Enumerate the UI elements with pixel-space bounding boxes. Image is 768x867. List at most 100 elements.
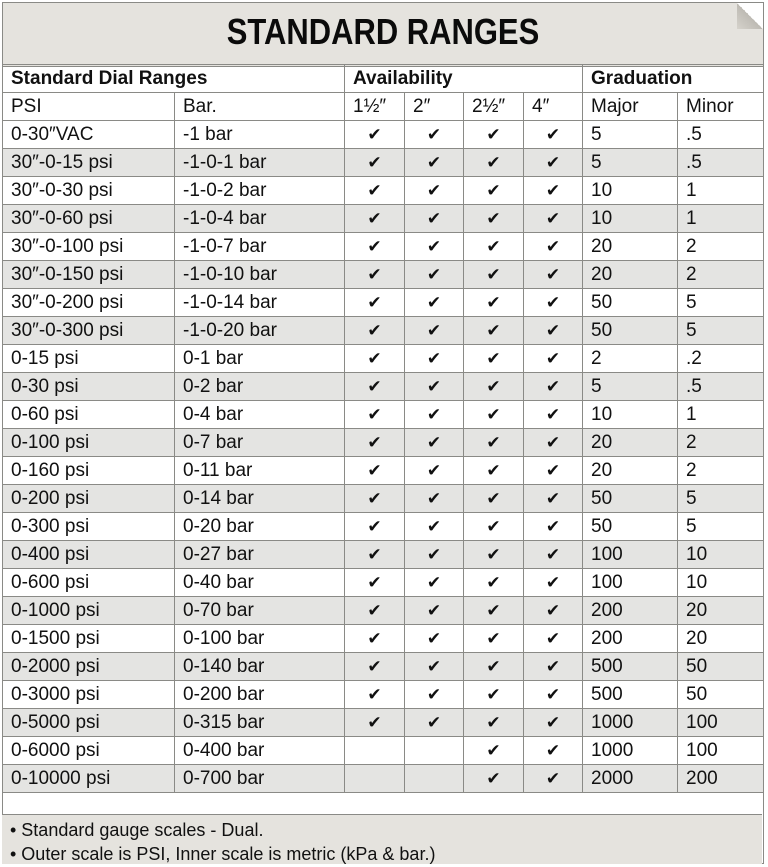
psi-cell: 30″-0-60 psi [2, 204, 175, 233]
psi-cell: 0-200 psi [2, 484, 175, 513]
minor-cell: 20 [677, 624, 765, 653]
check-icon: ✔ [426, 516, 442, 536]
minor-cell: 100 [677, 736, 765, 765]
availability-cell: ✔ [404, 400, 465, 429]
availability-cell: ✔ [463, 568, 525, 597]
psi-cell: 0-30″VAC [2, 120, 175, 149]
availability-cell: ✔ [463, 540, 525, 569]
major-cell: 50 [582, 484, 679, 513]
check-icon: ✔ [426, 376, 442, 396]
availability-cell: ✔ [344, 428, 406, 457]
check-icon: ✔ [486, 768, 501, 788]
availability-cell: ✔ [404, 344, 465, 373]
availability-cell: ✔ [523, 596, 584, 625]
availability-cell: ✔ [404, 204, 465, 233]
check-icon: ✔ [486, 180, 501, 200]
check-icon: ✔ [367, 684, 382, 704]
note-outer-inner-scale: • Outer scale is PSI, Inner scale is met… [10, 844, 436, 864]
psi-cell: 0-1000 psi [2, 596, 175, 625]
availability-cell [344, 736, 406, 765]
check-icon: ✔ [426, 152, 442, 172]
bar-cell: 0-7 bar [173, 428, 346, 457]
availability-cell: ✔ [523, 540, 584, 569]
col-psi: PSI [2, 92, 175, 121]
availability-cell: ✔ [523, 400, 584, 429]
check-icon: ✔ [486, 740, 501, 760]
availability-cell: ✔ [344, 512, 406, 541]
table-row: 0-10000 psi 0-700 bar ✔ ✔ 2000 200 [2, 764, 765, 793]
check-icon: ✔ [367, 348, 382, 368]
major-cell: 20 [582, 456, 679, 485]
availability-cell: ✔ [463, 708, 525, 737]
availability-cell: ✔ [523, 484, 584, 513]
psi-cell: 0-160 psi [2, 456, 175, 485]
check-icon: ✔ [545, 740, 561, 760]
table-row: 0-600 psi 0-40 bar ✔ ✔ ✔ ✔ 100 10 [2, 568, 765, 597]
major-cell: 100 [582, 568, 679, 597]
availability-cell: ✔ [523, 372, 584, 401]
minor-cell: 1 [677, 400, 765, 429]
availability-cell: ✔ [463, 736, 525, 765]
table-row: 0-100 psi 0-7 bar ✔ ✔ ✔ ✔ 20 2 [2, 428, 765, 457]
group-header-row: Standard Dial Ranges Availability Gradua… [1, 64, 765, 93]
bar-cell: -1-0-14 bar [173, 288, 346, 317]
check-icon: ✔ [426, 124, 442, 144]
check-icon: ✔ [426, 600, 442, 620]
check-icon: ✔ [426, 572, 442, 592]
bar-cell: -1 bar [173, 120, 346, 149]
availability-cell: ✔ [404, 148, 465, 177]
availability-cell: ✔ [344, 568, 406, 597]
availability-cell: ✔ [404, 540, 465, 569]
bar-cell: 0-27 bar [173, 540, 346, 569]
availability-cell: ✔ [463, 372, 525, 401]
check-icon: ✔ [426, 264, 442, 284]
check-icon: ✔ [426, 180, 442, 200]
minor-cell: 2 [677, 428, 765, 457]
check-icon: ✔ [545, 712, 561, 732]
availability-cell: ✔ [463, 512, 525, 541]
check-icon: ✔ [486, 348, 501, 368]
minor-cell: 200 [677, 764, 765, 793]
availability-cell [404, 736, 465, 765]
major-cell: 10 [582, 400, 679, 429]
major-cell: 50 [582, 288, 679, 317]
check-icon: ✔ [545, 124, 561, 144]
major-cell: 10 [582, 204, 679, 233]
minor-cell: 100 [677, 708, 765, 737]
availability-cell: ✔ [523, 680, 584, 709]
psi-cell: 30″-0-100 psi [2, 232, 175, 261]
availability-cell: ✔ [344, 260, 406, 289]
availability-cell: ✔ [523, 568, 584, 597]
check-icon: ✔ [486, 488, 501, 508]
bar-cell: 0-70 bar [173, 596, 346, 625]
psi-cell: 0-600 psi [2, 568, 175, 597]
availability-cell: ✔ [463, 120, 525, 149]
availability-cell: ✔ [463, 148, 525, 177]
table-row: 0-200 psi 0-14 bar ✔ ✔ ✔ ✔ 50 5 [2, 484, 765, 513]
availability-cell [404, 764, 465, 793]
notes-footer: • Standard gauge scales - Dual. • Outer … [2, 814, 762, 864]
check-icon: ✔ [545, 628, 561, 648]
psi-cell: 0-300 psi [2, 512, 175, 541]
major-cell: 50 [582, 316, 679, 345]
page-title: STANDARD RANGES [226, 11, 540, 52]
availability-cell: ✔ [463, 260, 525, 289]
availability-cell: ✔ [404, 484, 465, 513]
check-icon: ✔ [545, 404, 561, 424]
check-icon: ✔ [545, 236, 561, 256]
check-icon: ✔ [426, 656, 442, 676]
check-icon: ✔ [367, 656, 382, 676]
table-row: 0-6000 psi 0-400 bar ✔ ✔ 1000 100 [2, 736, 765, 765]
availability-cell: ✔ [404, 456, 465, 485]
check-icon: ✔ [545, 768, 561, 788]
check-icon: ✔ [545, 544, 561, 564]
availability-cell: ✔ [404, 176, 465, 205]
availability-cell: ✔ [404, 120, 465, 149]
check-icon: ✔ [426, 320, 442, 340]
major-cell: 50 [582, 512, 679, 541]
psi-cell: 30″-0-300 psi [2, 316, 175, 345]
table-row: 30″-0-300 psi -1-0-20 bar ✔ ✔ ✔ ✔ 50 5 [2, 316, 765, 345]
availability-cell: ✔ [344, 624, 406, 653]
minor-cell: .2 [677, 344, 765, 373]
table-row: 0-1500 psi 0-100 bar ✔ ✔ ✔ ✔ 200 20 [2, 624, 765, 653]
